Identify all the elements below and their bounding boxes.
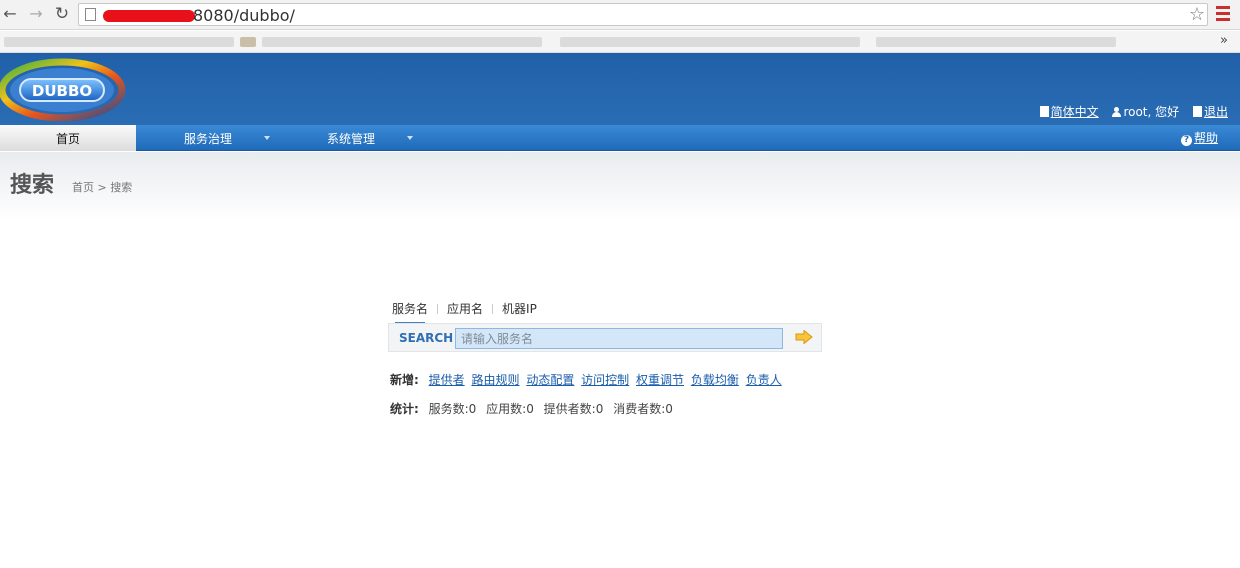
add-row: 新增: 提供者 路由规则 动态配置 访问控制 权重调节 负载均衡 负责人 bbox=[390, 371, 785, 388]
search-label: SEARCH bbox=[399, 331, 454, 345]
language-link[interactable]: 简体中文 bbox=[1039, 103, 1099, 120]
nav-service-governance[interactable]: 服务治理 bbox=[136, 125, 280, 151]
stat-applications: 应用数:0 bbox=[486, 402, 534, 416]
tab-divider bbox=[437, 304, 439, 314]
stats-row: 统计: 服务数:0 应用数:0 提供者数:0 消费者数:0 bbox=[390, 400, 679, 417]
add-route-rule-link[interactable]: 路由规则 bbox=[471, 373, 519, 387]
logout-link[interactable]: 退出 bbox=[1192, 103, 1228, 120]
search-tabs: 服务名 应用名 机器IP bbox=[392, 300, 537, 324]
nav-system-management-label: 系统管理 bbox=[326, 132, 375, 146]
more-bookmarks-icon[interactable]: » bbox=[1220, 33, 1228, 48]
user-greeting-label: root, 您好 bbox=[1123, 105, 1180, 119]
add-owner-link[interactable]: 负责人 bbox=[746, 373, 782, 387]
logout-link-label: 退出 bbox=[1203, 105, 1228, 119]
stat-services: 服务数:0 bbox=[428, 402, 477, 416]
tab-application-name[interactable]: 应用名 bbox=[447, 300, 483, 317]
add-load-balance-link[interactable]: 负载均衡 bbox=[691, 373, 739, 387]
add-weight-link[interactable]: 权重调节 bbox=[636, 373, 684, 387]
user-icon bbox=[1112, 107, 1122, 117]
nav-home-label: 首页 bbox=[55, 132, 80, 146]
dubbo-logo[interactable]: DUBBO bbox=[0, 57, 126, 121]
tab-machine-ip[interactable]: 机器IP bbox=[502, 300, 537, 317]
nav-system-management[interactable]: 系统管理 bbox=[280, 125, 422, 151]
bookmark-star-icon[interactable]: ☆ bbox=[1189, 4, 1205, 25]
page-title: 搜索 bbox=[10, 173, 55, 198]
stats-label: 统计: bbox=[390, 402, 419, 416]
url-text: 8080/dubbo/ bbox=[193, 6, 295, 25]
reload-icon[interactable]: ↻ bbox=[52, 4, 72, 24]
search-box: SEARCH bbox=[388, 323, 822, 352]
forward-icon[interactable]: → bbox=[26, 4, 46, 24]
tab-divider bbox=[492, 304, 494, 314]
user-greeting: root, 您好 bbox=[1112, 103, 1179, 120]
help-icon: ? bbox=[1180, 135, 1192, 146]
stat-providers: 提供者数:0 bbox=[543, 402, 604, 416]
language-link-label: 简体中文 bbox=[1050, 105, 1099, 119]
add-provider-link[interactable]: 提供者 bbox=[429, 373, 465, 387]
back-icon[interactable]: ← bbox=[0, 4, 20, 24]
page-icon bbox=[85, 8, 96, 21]
browser-toolbar: ← → ↻ 8080/dubbo/ ☆ bbox=[0, 0, 1240, 30]
address-bar[interactable]: 8080/dubbo/ ☆ bbox=[78, 3, 1208, 26]
nav-home[interactable]: 首页 bbox=[0, 125, 136, 151]
title-band bbox=[0, 152, 1240, 222]
bookmarks-bar: » bbox=[0, 31, 1240, 53]
main-nav: 首页 服务治理 系统管理 ? 帮助 bbox=[0, 125, 1240, 151]
logout-icon bbox=[1192, 106, 1202, 117]
app-header: DUBBO 简体中文 root, 您好 退出 bbox=[0, 53, 1240, 125]
breadcrumb: 首页 > 搜索 bbox=[72, 181, 133, 194]
add-access-control-link[interactable]: 访问控制 bbox=[581, 373, 629, 387]
chevron-down-icon[interactable] bbox=[264, 136, 270, 140]
tab-application-name-label: 应用名 bbox=[447, 302, 484, 316]
add-label: 新增: bbox=[390, 373, 419, 387]
add-dynamic-config-link[interactable]: 动态配置 bbox=[526, 373, 574, 387]
help-label: 帮助 bbox=[1193, 131, 1218, 145]
arrow-right-icon[interactable] bbox=[795, 330, 813, 344]
redacted-host bbox=[103, 10, 195, 22]
tab-service-name-label: 服务名 bbox=[392, 302, 429, 316]
browser-menu-icon[interactable] bbox=[1216, 6, 1230, 22]
document-icon bbox=[1039, 106, 1049, 117]
header-links: 简体中文 root, 您好 退出 bbox=[1030, 103, 1228, 120]
chevron-down-icon[interactable] bbox=[407, 136, 413, 140]
stat-consumers: 消费者数:0 bbox=[613, 402, 673, 416]
search-input[interactable] bbox=[455, 328, 783, 349]
tab-machine-ip-label: 机器IP bbox=[502, 302, 537, 316]
nav-service-governance-label: 服务治理 bbox=[183, 132, 232, 146]
logo-text: DUBBO bbox=[32, 82, 92, 100]
tab-service-name[interactable]: 服务名 bbox=[392, 300, 429, 324]
help-link[interactable]: ? 帮助 bbox=[1180, 125, 1218, 152]
